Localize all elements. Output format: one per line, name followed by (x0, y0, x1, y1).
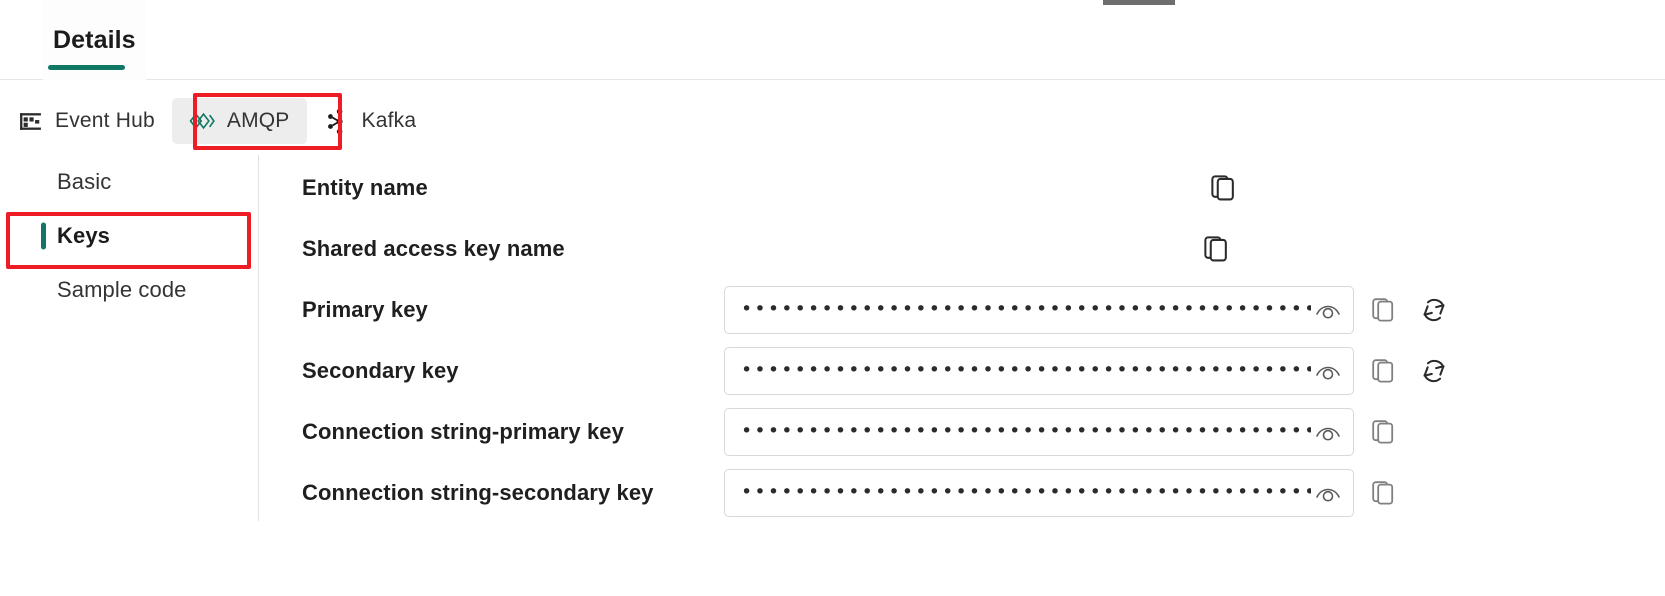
protocol-tab-amqp[interactable]: AMQP (171, 98, 307, 144)
primary-key-actions (1369, 295, 1449, 325)
primary-key-label: Primary key (302, 296, 428, 322)
secondary-key-label: Secondary key (302, 357, 459, 383)
connection-string-primary-key-masked-value: ••••••••••••••••••••••••••••••••••••••••… (741, 422, 1311, 441)
sidebar-item-keys-label: Keys (57, 223, 110, 248)
copy-icon[interactable] (1369, 295, 1399, 325)
secondary-key-actions (1369, 356, 1449, 386)
connection-string-primary-key-input[interactable]: ••••••••••••••••••••••••••••••••••••••••… (724, 407, 1354, 456)
keys-sidebar: Basic Keys Sample code (0, 155, 259, 521)
form-row-connection-string-primary-key: Connection string-primary key ••••••••••… (259, 401, 1665, 462)
eye-icon[interactable] (1311, 476, 1345, 510)
protocol-tab-kafka[interactable]: Kafka (307, 98, 434, 144)
sidebar-item-keys[interactable]: Keys (0, 209, 258, 263)
secondary-key-masked-value: ••••••••••••••••••••••••••••••••••••••••… (741, 361, 1311, 380)
connection-string-secondary-key-actions (1369, 478, 1399, 508)
form-row-primary-key: Primary key ••••••••••••••••••••••••••••… (259, 279, 1665, 340)
tab-details-label: Details (53, 25, 136, 54)
secondary-key-input[interactable]: ••••••••••••••••••••••••••••••••••••••••… (724, 346, 1354, 395)
form-row-secondary-key: Secondary key ••••••••••••••••••••••••••… (259, 340, 1665, 401)
sidebar-active-marker (41, 222, 46, 250)
form-row-connection-string-secondary-key: Connection string-secondary key ••••••••… (259, 462, 1665, 523)
connection-string-secondary-key-input[interactable]: ••••••••••••••••••••••••••••••••••••••••… (724, 468, 1354, 517)
page-root: Details Event Hub AMQP Kafka Basic Keys … (0, 0, 1665, 596)
connection-string-primary-key-actions (1369, 417, 1399, 447)
sidebar-item-sample-code-label: Sample code (57, 277, 187, 302)
form-row-shared-access-key-name: Shared access key name (259, 218, 1665, 279)
connection-string-secondary-key-label: Connection string-secondary key (302, 479, 654, 505)
regenerate-icon[interactable] (1419, 356, 1449, 386)
copy-icon[interactable] (1369, 356, 1399, 386)
amqp-icon (189, 108, 215, 134)
copy-icon[interactable] (1369, 417, 1399, 447)
kafka-icon (324, 108, 350, 134)
keys-form: Entity name Shared access key name Prima… (259, 155, 1665, 555)
tab-details-active-underline (48, 65, 125, 70)
copy-icon[interactable] (1369, 478, 1399, 508)
connection-string-primary-key-label: Connection string-primary key (302, 418, 624, 444)
protocol-tab-row: Event Hub AMQP Kafka (0, 95, 433, 147)
details-tab-bar: Details (0, 0, 1665, 80)
entity-name-label: Entity name (302, 174, 428, 200)
shared-access-key-name-label: Shared access key name (302, 235, 565, 261)
form-row-entity-name: Entity name (259, 157, 1665, 218)
sidebar-item-basic[interactable]: Basic (0, 155, 258, 209)
protocol-tab-event-hub-label: Event Hub (55, 109, 155, 132)
regenerate-icon[interactable] (1419, 295, 1449, 325)
primary-key-masked-value: ••••••••••••••••••••••••••••••••••••••••… (741, 300, 1311, 319)
protocol-tab-amqp-label: AMQP (226, 109, 290, 132)
connection-string-secondary-key-masked-value: ••••••••••••••••••••••••••••••••••••••••… (741, 483, 1311, 502)
copy-icon[interactable] (1202, 234, 1232, 264)
eye-icon[interactable] (1311, 354, 1345, 388)
protocol-tab-kafka-label: Kafka (361, 109, 417, 132)
copy-icon[interactable] (1209, 173, 1239, 203)
protocol-tab-event-hub[interactable]: Event Hub (0, 98, 172, 144)
eye-icon[interactable] (1311, 415, 1345, 449)
sidebar-item-sample-code[interactable]: Sample code (0, 263, 258, 317)
sidebar-item-basic-label: Basic (57, 169, 112, 194)
primary-key-input[interactable]: ••••••••••••••••••••••••••••••••••••••••… (724, 285, 1354, 334)
event-hub-icon (17, 108, 43, 134)
eye-icon[interactable] (1311, 293, 1345, 327)
